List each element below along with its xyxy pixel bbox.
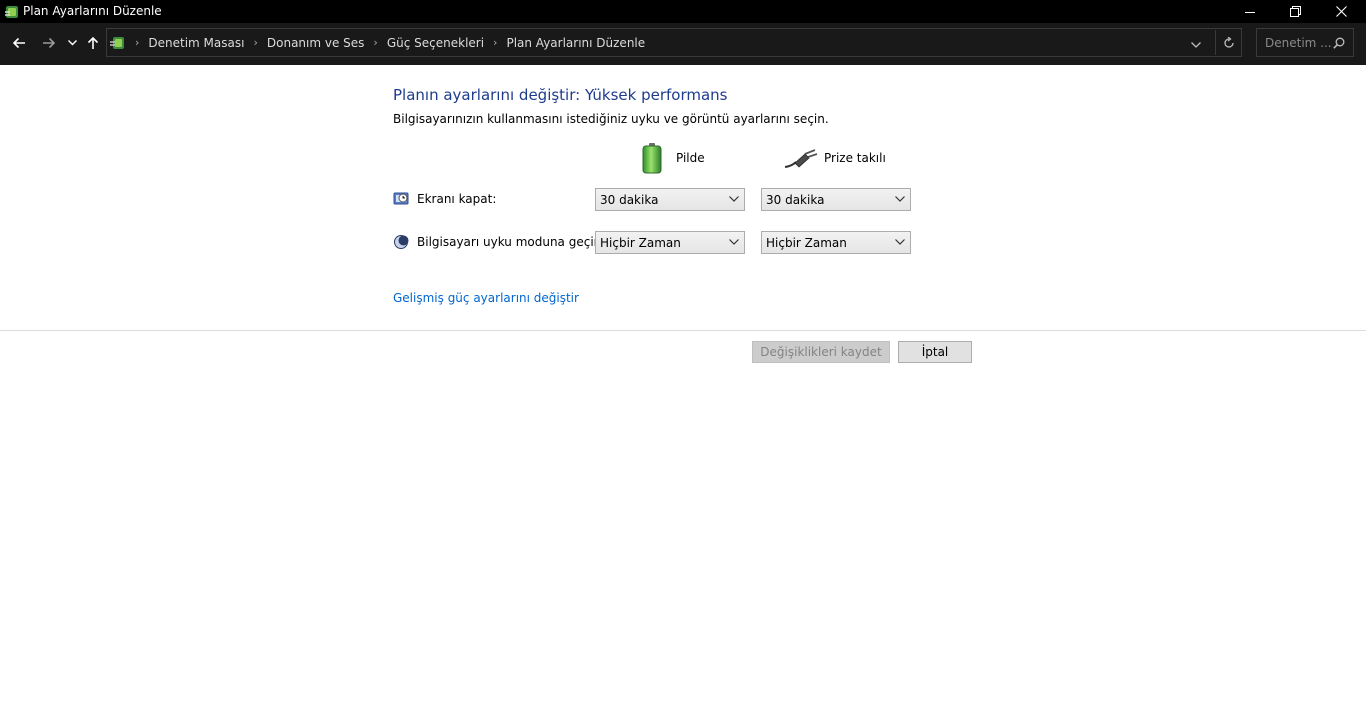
chevron-down-icon: [67, 40, 77, 46]
chevron-right-icon: ›: [253, 36, 258, 49]
chevron-right-icon: ›: [135, 36, 140, 49]
display-off-battery-select[interactable]: 30 dakika: [595, 188, 745, 211]
power-plug-icon: [784, 149, 818, 168]
display-timer-icon: [393, 192, 409, 205]
breadcrumb: › Denetim Masası › Donanım ve Ses › Güç …: [107, 29, 645, 56]
back-arrow-icon: [12, 37, 25, 49]
minimize-icon: [1245, 11, 1255, 13]
page-description: Bilgisayarınızın kullanmasını istediğini…: [393, 112, 829, 126]
power-options-icon: [110, 36, 124, 49]
setting-label: Ekranı kapat:: [417, 192, 497, 206]
chevron-down-icon: [895, 196, 905, 202]
refresh-icon: [1224, 36, 1234, 48]
refresh-button[interactable]: [1215, 30, 1242, 55]
breadcrumb-item-edit-plan[interactable]: Plan Ayarlarını Düzenle: [506, 36, 645, 50]
sleep-battery-select[interactable]: Hiçbir Zaman: [595, 231, 745, 254]
power-options-icon: [5, 6, 18, 18]
search-icon[interactable]: [1333, 37, 1345, 49]
sleep-moon-icon: [394, 235, 409, 249]
select-value: Hiçbir Zaman: [766, 236, 847, 250]
select-value: Hiçbir Zaman: [600, 236, 681, 250]
battery-icon: [642, 143, 662, 174]
close-icon: [1335, 6, 1347, 17]
address-dropdown-button[interactable]: [1191, 38, 1201, 52]
close-button[interactable]: [1318, 0, 1364, 23]
minimize-button[interactable]: [1227, 0, 1273, 23]
select-value: 30 dakika: [600, 193, 659, 207]
chevron-down-icon: [895, 239, 905, 245]
search-input[interactable]: [1257, 29, 1337, 56]
address-bar[interactable]: › Denetim Masası › Donanım ve Ses › Güç …: [106, 28, 1242, 57]
recent-locations-button[interactable]: [65, 32, 79, 54]
plugged-column-header: Prize takılı: [784, 142, 886, 174]
page-title: Planın ayarlarını değiştir: Yüksek perfo…: [393, 86, 728, 104]
setting-row-sleep: Bilgisayarı uyku moduna geçir:: [393, 233, 602, 251]
sleep-plugged-select[interactable]: Hiçbir Zaman: [761, 231, 911, 254]
breadcrumb-item-control-panel[interactable]: Denetim Masası: [148, 36, 244, 50]
restore-icon: [1289, 6, 1301, 17]
forward-button[interactable]: [38, 32, 60, 54]
cancel-button[interactable]: İptal: [898, 341, 972, 363]
breadcrumb-item-hardware-sound[interactable]: Donanım ve Ses: [267, 36, 365, 50]
setting-row-display: Ekranı kapat:: [393, 190, 496, 208]
chevron-down-icon: [729, 239, 739, 245]
save-changes-button[interactable]: Değişiklikleri kaydet: [752, 341, 890, 363]
chevron-right-icon: ›: [373, 36, 378, 49]
up-button[interactable]: [83, 32, 103, 54]
forward-arrow-icon: [43, 37, 56, 49]
search-box: [1256, 28, 1354, 57]
plugged-column-label: Prize takılı: [824, 151, 886, 165]
title-bar: Plan Ayarlarını Düzenle: [0, 0, 1366, 23]
display-off-plugged-select[interactable]: 30 dakika: [761, 188, 911, 211]
chevron-down-icon: [1191, 42, 1201, 48]
chevron-down-icon: [729, 196, 739, 202]
window-title: Plan Ayarlarını Düzenle: [23, 4, 162, 18]
restore-button[interactable]: [1272, 0, 1318, 23]
setting-label: Bilgisayarı uyku moduna geçir:: [417, 235, 603, 249]
chevron-right-icon: ›: [493, 36, 498, 49]
advanced-power-settings-link[interactable]: Gelişmiş güç ayarlarını değiştir: [393, 291, 579, 305]
battery-column-label: Pilde: [676, 151, 705, 165]
battery-column-header: Pilde: [640, 142, 705, 174]
divider: [0, 330, 1366, 331]
breadcrumb-item-power-options[interactable]: Güç Seçenekleri: [387, 36, 484, 50]
navigation-bar: › Denetim Masası › Donanım ve Ses › Güç …: [0, 23, 1366, 65]
select-value: 30 dakika: [766, 193, 825, 207]
back-button[interactable]: [8, 32, 30, 54]
up-arrow-icon: [87, 36, 99, 49]
